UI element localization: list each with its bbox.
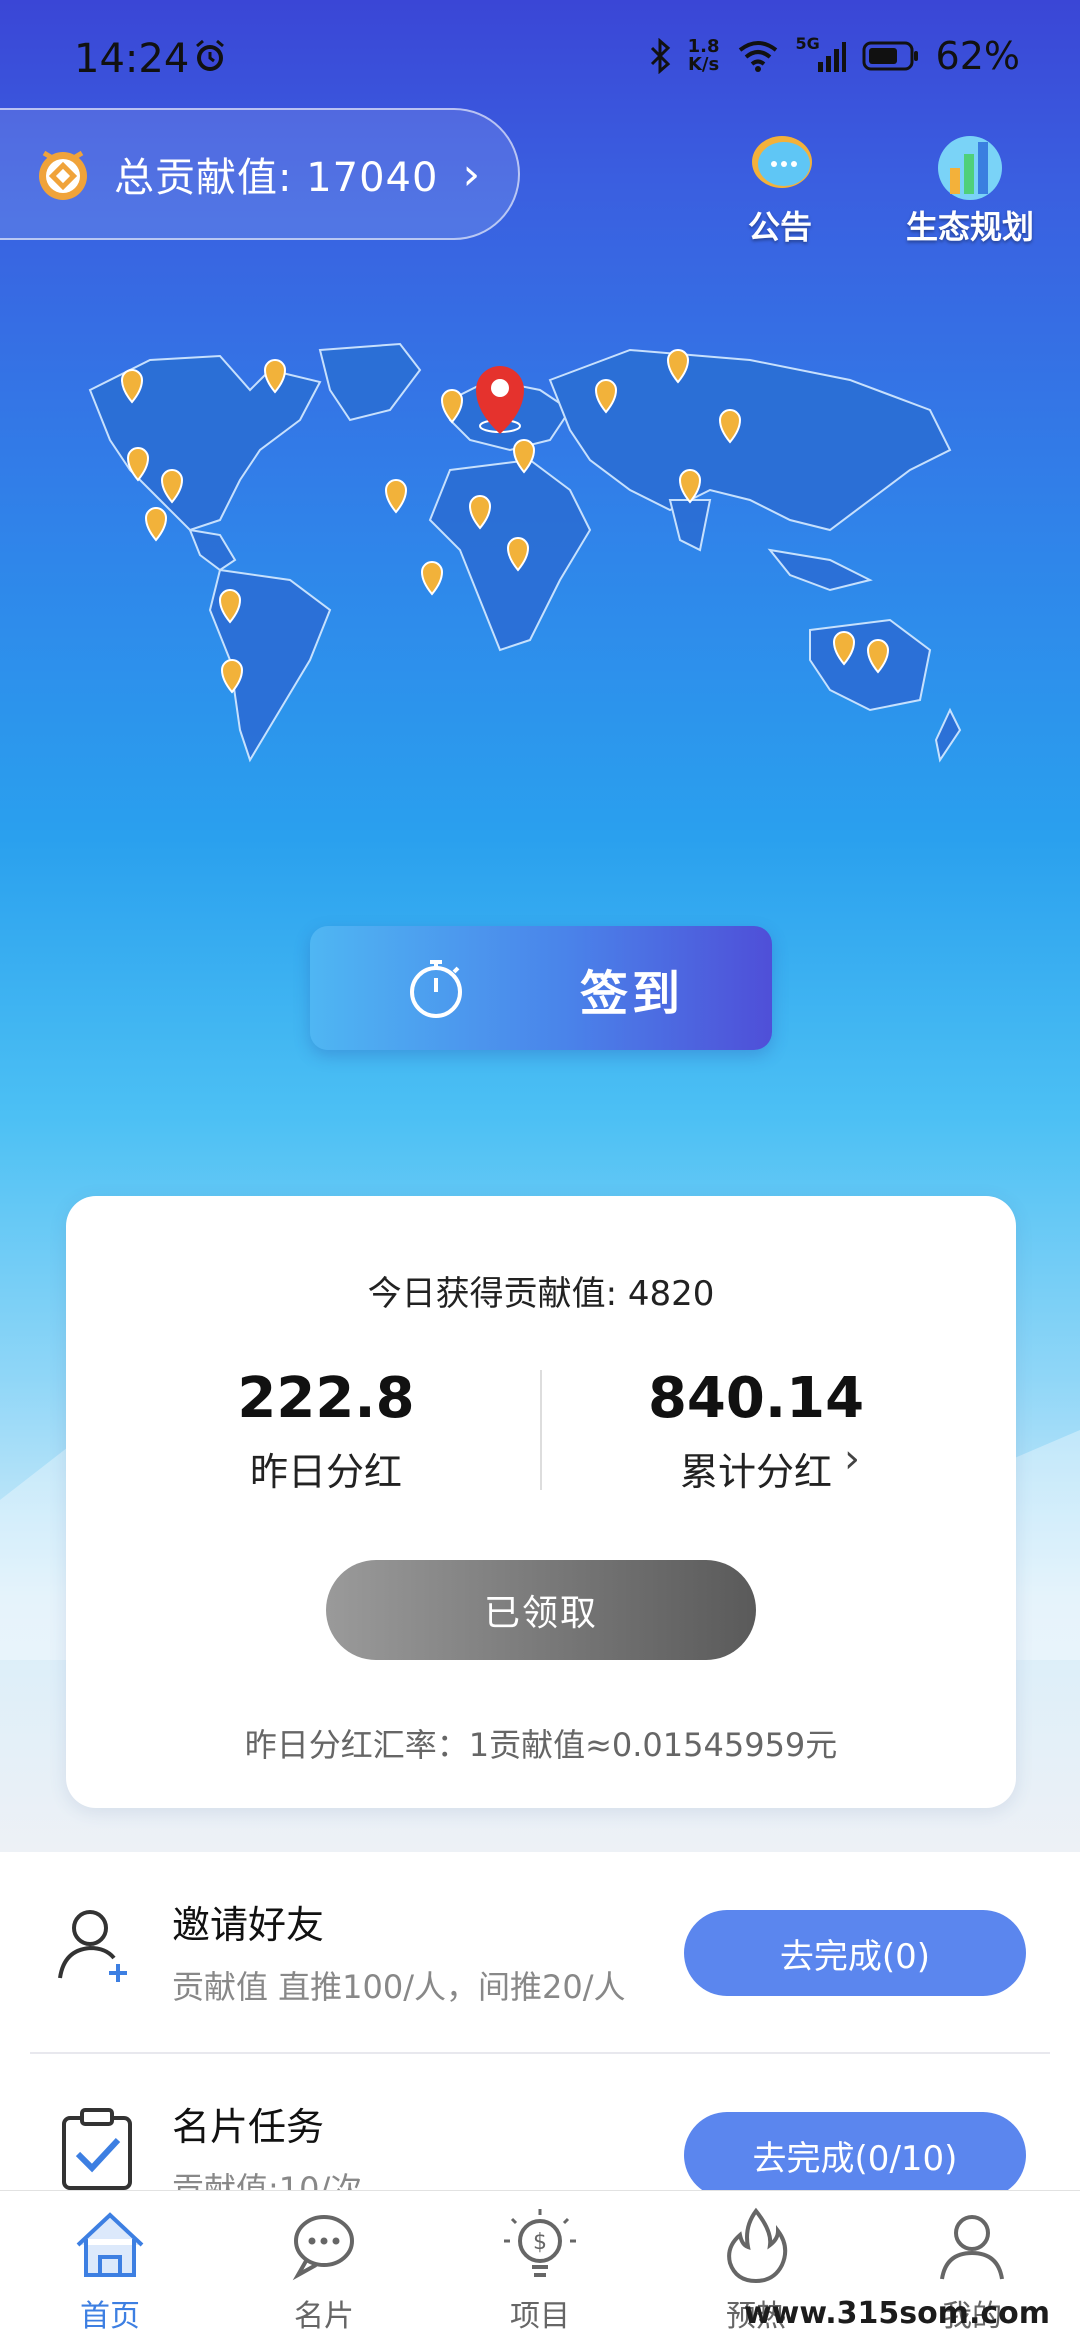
bluetooth-icon [650,38,670,74]
yesterday-dividend-value: 222.8 [237,1366,415,1431]
user-icon [940,2215,1004,2280]
alarm-icon [196,39,224,71]
svg-text:$: $ [533,2230,547,2255]
stat-divider [540,1370,542,1490]
bulb-dollar-icon: $ [504,2209,576,2277]
total-contribution-label: 总贡献值: 17040 [114,155,439,201]
wifi-icon [738,41,777,72]
yesterday-dividend-label: 昨日分红 [249,1450,402,1494]
sign-in-button[interactable]: 签到 [310,926,772,1050]
total-dividend-value: 840.14 [647,1366,865,1431]
add-user-icon [58,1910,127,1982]
task-title: 邀请好友 [172,1903,325,1947]
main-location-pin [476,366,524,434]
chat-icon [292,2215,354,2281]
medal-icon [39,150,87,200]
task-list: 邀请好友 贡献值 直推100/人，间推20/人 去完成(0) 名片任务 贡献值:… [0,1852,1080,2208]
chevron-right-icon[interactable]: › [844,1436,860,1482]
cellular-signal: 5G [796,34,846,74]
claimed-button[interactable]: 已领取 [326,1560,756,1660]
total-dividend-label: 累计分红 [679,1450,832,1494]
watermark: www.315som.com [743,2296,1050,2331]
chart-bars-icon [938,136,1002,200]
home-icon [76,2212,144,2277]
status-time: 14:24 [74,36,190,82]
announcement-button[interactable]: 公告 [710,128,850,248]
clipboard-check-icon [62,2108,132,2190]
eco-plan-label: 生态规划 [905,208,1034,246]
nav-label: 名片 [294,2299,354,2334]
task-subtitle: 贡献值 直推100/人，间推20/人 [172,1968,626,2006]
today-contribution: 今日获得贡献值: 4820 [367,1274,715,1314]
world-map [88,342,962,763]
battery-icon [862,41,918,71]
announcement-icon [752,136,812,188]
status-bar: 14:24 1.8 K/s 5G 62% [0,0,1080,120]
yesterday-dividend: 222.8 昨日分红 [176,1366,476,1496]
sign-in-label: 签到 [580,966,685,1022]
net-speed: 1.8 K/s [687,36,720,75]
stopwatch-icon [410,960,462,1018]
total-dividend[interactable]: 840.14 累计分红 [606,1366,906,1496]
status-icons: 1.8 K/s 5G 62% [648,34,1020,78]
battery-percent: 62% [935,34,1020,78]
invite-go-button[interactable]: 去完成(0) [684,1910,1026,1996]
dividend-rate: 昨日分红汇率：1贡献值≈0.01545959元 [244,1726,838,1764]
dividend-summary-card: 今日获得贡献值: 4820 222.8 昨日分红 840.14 累计分红 › 已… [66,1196,1016,1808]
list-item: 邀请好友 贡献值 直推100/人，间推20/人 去完成(0) [0,1852,1080,2054]
nav-label: 首页 [80,2299,140,2334]
nav-item-card[interactable]: 名片 [244,2205,404,2335]
card-task-go-button[interactable]: 去完成(0/10) [684,2112,1026,2198]
fire-icon [727,2207,788,2284]
nav-item-home[interactable]: 首页 [30,2205,190,2335]
chevron-right-icon: › [462,148,481,200]
total-contribution-pill[interactable]: 总贡献值: 17040 › [0,108,520,240]
task-title: 名片任务 [172,2105,325,2149]
announcement-label: 公告 [747,208,812,246]
nav-label: 项目 [510,2299,570,2334]
eco-plan-button[interactable]: 生态规划 [900,128,1040,248]
nav-item-project[interactable]: $ 项目 [460,2205,620,2335]
